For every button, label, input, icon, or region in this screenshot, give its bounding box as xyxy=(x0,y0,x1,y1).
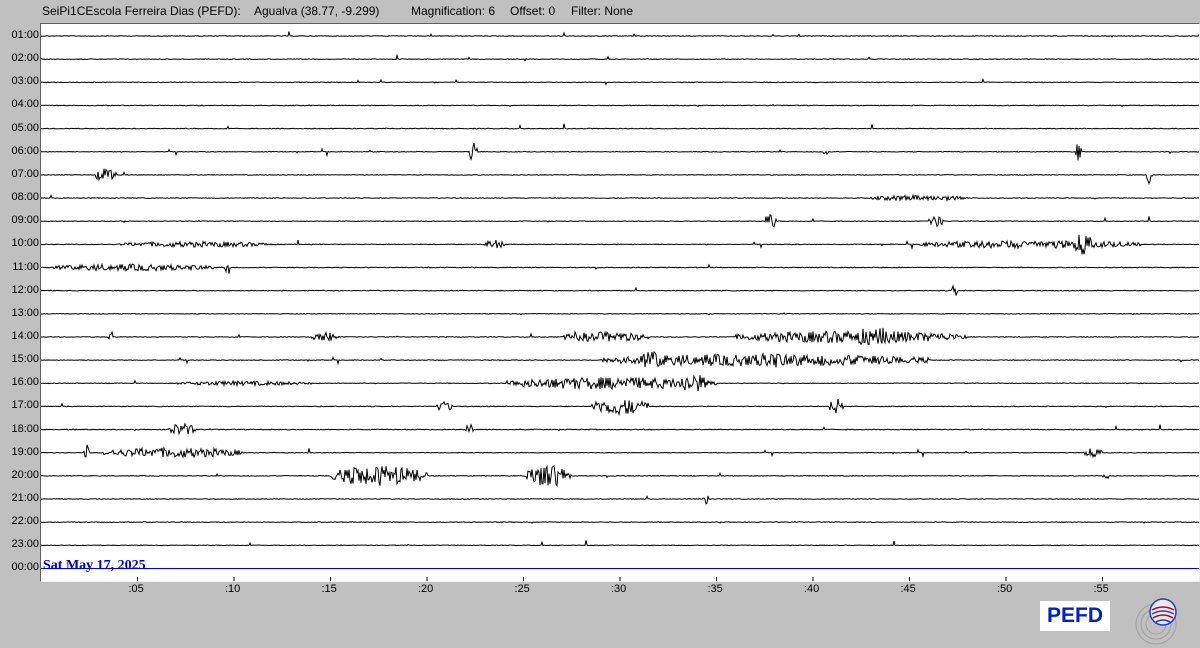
hour-label: 05:00 xyxy=(11,121,39,134)
date-label: Sat May 17, 2025 xyxy=(43,558,146,573)
trace-line xyxy=(41,351,1199,368)
hour-label: 11:00 xyxy=(12,260,39,273)
trace-line xyxy=(41,327,1199,346)
header-bar: SeiPi1CEscola Ferreira Dias (PEFD): Agua… xyxy=(0,0,1200,22)
hour-label: 14:00 xyxy=(11,329,39,342)
trace-line xyxy=(41,53,1199,62)
hour-label: 03:00 xyxy=(11,75,39,88)
hour-label: 16:00 xyxy=(11,376,39,389)
trace-line xyxy=(41,284,1199,296)
hour-label: 23:00 xyxy=(11,538,39,551)
minute-tick-label: :45 xyxy=(900,583,916,595)
filter-readout: Filter: None xyxy=(571,4,634,18)
trace-line xyxy=(41,31,1199,38)
minute-tick-label: :10 xyxy=(225,583,241,595)
hour-label: 07:00 xyxy=(11,167,39,180)
hour-label: 20:00 xyxy=(11,468,39,481)
trace-line xyxy=(41,422,1199,436)
pefd-logo: PEFD xyxy=(1040,601,1110,631)
trace-line xyxy=(41,494,1199,505)
helicorder-svg xyxy=(41,31,1199,581)
hour-label: 04:00 xyxy=(11,98,39,111)
hour-label: 06:00 xyxy=(11,144,39,157)
minute-tick-label: :35 xyxy=(707,583,723,595)
minute-tick-label: :55 xyxy=(1093,583,1109,595)
trace-line xyxy=(41,234,1199,255)
trace-line xyxy=(41,464,1199,488)
hour-label: 02:00 xyxy=(11,52,39,65)
trace-line xyxy=(41,312,1199,316)
hour-label: 21:00 xyxy=(11,492,39,504)
hour-label: 09:00 xyxy=(11,214,39,227)
offset-readout: Offset: 0 xyxy=(510,4,556,18)
hour-label: 13:00 xyxy=(11,306,39,319)
hour-label: 12:00 xyxy=(11,283,39,296)
hour-label: 19:00 xyxy=(11,445,39,458)
minute-tick-label: :20 xyxy=(418,583,434,595)
minute-tick-label: :05 xyxy=(128,583,144,595)
hour-label: 00:00 xyxy=(11,561,39,574)
trace-line xyxy=(41,214,1199,228)
minute-tick-label: :30 xyxy=(611,583,627,595)
station-location: Agualva (38.77, -9.299) xyxy=(254,4,380,18)
trace-line xyxy=(41,520,1199,524)
trace-line xyxy=(41,123,1199,130)
trace-line xyxy=(41,399,1199,417)
trace-line xyxy=(41,444,1199,459)
hour-label: 17:00 xyxy=(11,399,39,412)
trace-line xyxy=(41,168,1199,185)
minute-tick-label: :25 xyxy=(514,583,530,595)
seal-icon xyxy=(1135,598,1177,645)
hour-label: 15:00 xyxy=(11,353,39,366)
hour-label: 01:00 xyxy=(11,29,39,41)
hour-label: 22:00 xyxy=(11,515,39,528)
station-name: SeiPi1CEscola Ferreira Dias (PEFD): xyxy=(42,4,241,18)
trace-line xyxy=(41,104,1199,108)
minute-tick-label: :15 xyxy=(321,583,337,595)
minute-tick-label: :50 xyxy=(997,583,1013,595)
trace-line xyxy=(41,142,1199,162)
hour-label: 08:00 xyxy=(11,191,39,204)
helicorder-plot xyxy=(40,23,1200,582)
trace-line xyxy=(41,193,1199,202)
minute-tick-label: :40 xyxy=(804,583,820,595)
trace-line xyxy=(41,374,1199,391)
hour-label: 10:00 xyxy=(11,237,39,250)
magnification-readout: Magnification: 6 xyxy=(411,4,496,18)
hour-label: 18:00 xyxy=(11,422,39,435)
trace-line xyxy=(41,262,1199,274)
trace-line xyxy=(41,540,1199,547)
trace-line xyxy=(41,77,1199,86)
